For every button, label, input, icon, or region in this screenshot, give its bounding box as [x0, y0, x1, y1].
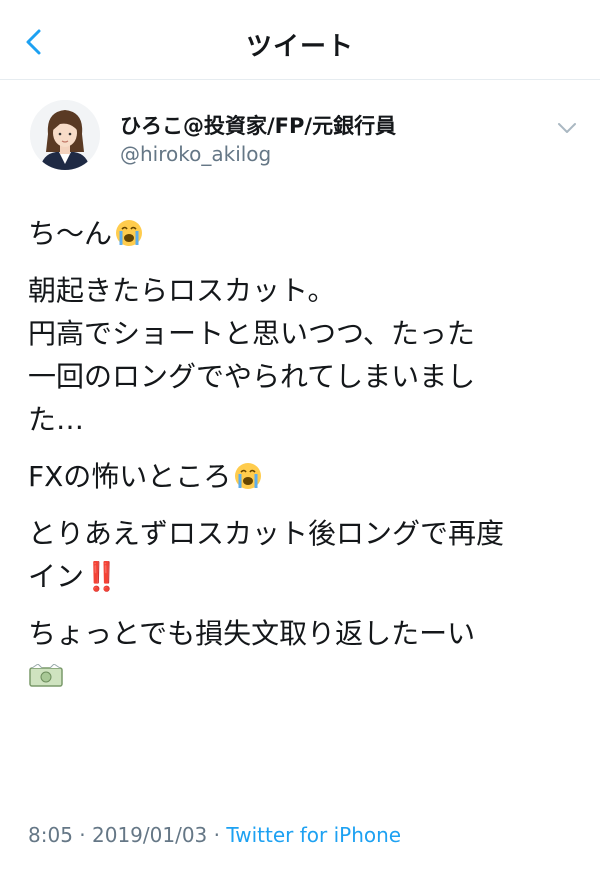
tweet-line: とりあえずロスカット後ロングで再度 [28, 517, 505, 550]
tweet-paragraph: FXの怖いところ [28, 455, 588, 498]
tweet-line: イン‼️ [28, 555, 588, 598]
tweet-paragraph: 朝起きたらロスカット。 円高でショートと思いつつ、たった 一回のロングでやられて… [28, 269, 588, 441]
loudly-crying-face-icon [116, 220, 143, 246]
tweet-date: 2019/01/03 [92, 823, 208, 847]
tweet-source-link[interactable]: Twitter for iPhone [226, 823, 401, 847]
tweet-line: ち〜ん [28, 212, 588, 255]
chevron-down-icon [558, 123, 576, 133]
navigation-header: ツイート [0, 0, 600, 80]
tweet-text-segment: FXの怖いところ [28, 460, 232, 493]
author-handle[interactable]: @hiroko_akilog [120, 142, 271, 166]
loudly-crying-face-icon [235, 463, 262, 489]
tweet-text: ち〜ん 朝起きたらロスカット。 円高でショートと思いつつ、たった 一回のロングで… [28, 212, 588, 712]
tweet-line: 一回のロングでやられてしまいまし [28, 360, 476, 393]
meta-separator: · [207, 823, 227, 847]
tweet-detail-screen: ツイート ひろこ@投資家/FP/元銀行員 @hiroko_akilog ち〜ん … [0, 0, 600, 869]
avatar[interactable] [30, 100, 100, 170]
tweet-line: ちょっとでも損失文取り返したーい [28, 617, 476, 650]
author-display-name[interactable]: ひろこ@投資家/FP/元銀行員 [120, 110, 396, 140]
tweet-menu-button[interactable] [550, 116, 584, 140]
double-exclamation-icon: ‼️ [84, 560, 119, 593]
tweet-meta: 8:05 · 2019/01/03 · Twitter for iPhone [28, 823, 401, 847]
tweet-line: FXの怖いところ [28, 455, 588, 498]
tweet-paragraph: ちょっとでも損失文取り返したーい [28, 612, 588, 698]
meta-separator: · [72, 823, 92, 847]
tweet-paragraph: ち〜ん [28, 212, 588, 255]
tweet-line: た… [28, 403, 85, 436]
tweet-line [28, 655, 588, 698]
tweet-line: 円高でショートと思いつつ、たった [28, 317, 475, 350]
tweet-text-segment: イン [28, 560, 85, 593]
avatar-illustration [30, 100, 100, 170]
tweet-text-segment: ち〜ん [28, 217, 113, 250]
tweet-line: 朝起きたらロスカット。 [28, 274, 336, 307]
tweet-time: 8:05 [28, 823, 73, 847]
tweet-author: ひろこ@投資家/FP/元銀行員 @hiroko_akilog [0, 80, 600, 190]
page-title: ツイート [245, 32, 354, 62]
tweet-paragraph: とりあえずロスカット後ロングで再度 イン‼️ [28, 512, 588, 598]
money-with-wings-icon [29, 664, 63, 687]
